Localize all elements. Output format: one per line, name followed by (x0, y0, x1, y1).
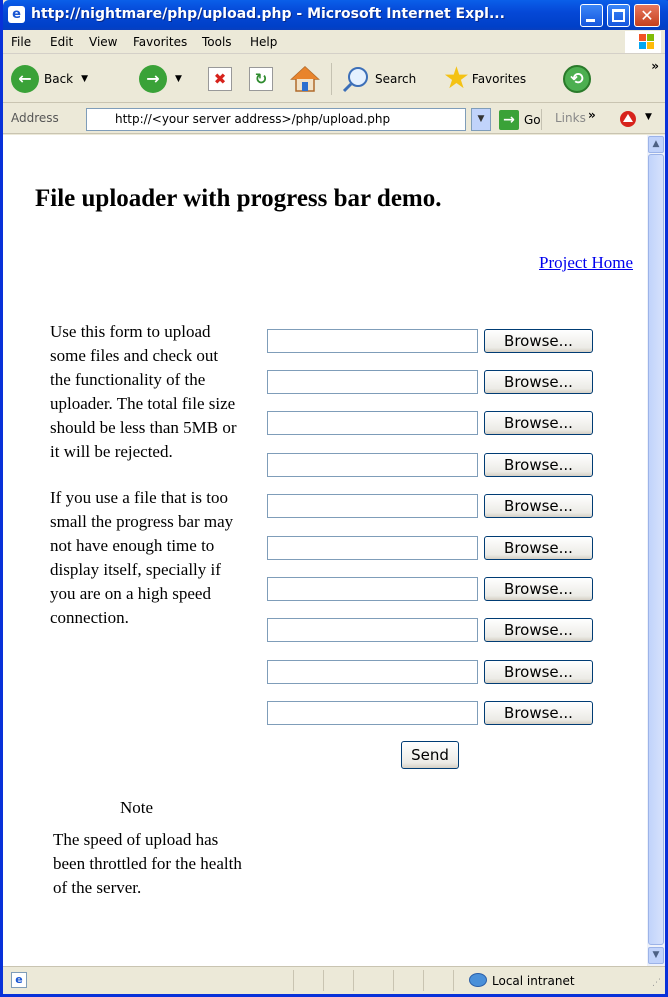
browse-button[interactable]: Browse... (484, 660, 593, 684)
page-icon: e (11, 972, 27, 988)
acrobat-icon[interactable] (617, 108, 639, 130)
address-label: Address (11, 111, 59, 125)
close-icon: ✕ (640, 6, 654, 25)
file-path-input[interactable] (267, 701, 478, 725)
menu-file[interactable]: File (11, 35, 31, 49)
browse-button[interactable]: Browse... (484, 370, 593, 394)
toolbar-overflow-icon[interactable]: » (651, 59, 659, 73)
scrollbar-thumb[interactable] (648, 154, 664, 945)
status-divider (353, 970, 354, 991)
browse-button[interactable]: Browse... (484, 329, 593, 353)
project-home-link[interactable]: Project Home (539, 253, 633, 273)
title-bar[interactable]: e http://nightmare/php/upload.php - Micr… (3, 0, 668, 30)
links-overflow-icon[interactable]: » (588, 108, 596, 122)
file-path-input[interactable] (267, 411, 478, 435)
browse-button[interactable]: Browse... (484, 701, 593, 725)
description-paragraph: Use this form to upload some files and c… (50, 322, 237, 461)
ie-logo-icon: e (8, 6, 25, 23)
resize-grip-icon[interactable]: ⋰ (652, 978, 661, 988)
back-arrow-icon: ← (11, 65, 39, 93)
forward-button[interactable]: → ▼ (139, 64, 182, 94)
note-body: The speed of upload has been throttled f… (53, 830, 242, 897)
file-path-input[interactable] (267, 494, 478, 518)
security-zone-label: Local intranet (492, 974, 575, 988)
menu-help[interactable]: Help (250, 35, 277, 49)
close-button[interactable]: ✕ (634, 4, 660, 27)
browse-button[interactable]: Browse... (484, 618, 593, 642)
status-divider (293, 970, 294, 991)
status-divider (323, 970, 324, 991)
browse-button[interactable]: Browse... (484, 577, 593, 601)
go-label: Go (524, 112, 541, 127)
windows-logo-icon (625, 31, 661, 53)
send-button[interactable]: Send (401, 741, 459, 769)
go-button[interactable]: → Go (499, 108, 541, 131)
scroll-up-icon[interactable]: ▲ (648, 136, 664, 153)
file-path-input[interactable] (267, 660, 478, 684)
file-path-input[interactable] (267, 329, 478, 353)
separator (541, 109, 542, 130)
favorites-label: Favorites (471, 72, 527, 86)
description-paragraph: If you use a file that is too small the … (50, 488, 234, 627)
maximize-button[interactable] (607, 4, 630, 27)
stop-button[interactable]: ✖ (208, 64, 232, 94)
maximize-icon (612, 9, 625, 22)
search-label: Search (375, 72, 417, 86)
menu-tools[interactable]: Tools (202, 35, 232, 49)
history-icon: ⟲ (563, 65, 591, 93)
refresh-button[interactable]: ↻ (249, 64, 273, 94)
status-divider (393, 970, 394, 991)
file-path-input[interactable] (267, 618, 478, 642)
go-arrow-icon: → (499, 109, 519, 130)
file-path-input[interactable] (267, 577, 478, 601)
status-bar: e Local intranet ⋰ (3, 966, 665, 994)
address-url: http://<your server address>/php/upload.… (115, 112, 391, 126)
browser-window: e http://nightmare/php/upload.php - Micr… (0, 0, 668, 997)
favorites-button[interactable]: ★ Favorites (443, 64, 526, 94)
chevron-down-icon: ▼ (81, 74, 89, 84)
menu-edit[interactable]: Edit (50, 35, 73, 49)
vertical-scrollbar[interactable]: ▲ ▼ (647, 135, 665, 966)
star-icon: ★ (443, 61, 470, 96)
forward-arrow-icon: → (139, 65, 167, 93)
toolbar: ← Back ▼ → ▼ ✖ ↻ Search ★ Favorites ⟲ » (3, 55, 665, 103)
file-path-input[interactable] (267, 453, 478, 477)
links-label[interactable]: Links (555, 111, 586, 125)
refresh-icon: ↻ (249, 67, 273, 91)
intranet-icon (469, 973, 487, 987)
page-title: File uploader with progress bar demo. (35, 185, 442, 212)
page-content: File uploader with progress bar demo. Pr… (3, 135, 647, 966)
toolbar-separator (331, 63, 332, 95)
address-dropdown-icon[interactable]: ▼ (471, 108, 491, 131)
description: Use this form to upload some files and c… (50, 320, 240, 652)
window-title: http://nightmare/php/upload.php - Micros… (31, 6, 505, 22)
minimize-button[interactable] (580, 4, 603, 27)
menu-favorites[interactable]: Favorites (133, 35, 187, 49)
browse-button[interactable]: Browse... (484, 536, 593, 560)
search-button[interactable]: Search (341, 64, 416, 94)
chevron-down-icon[interactable]: ▼ (645, 112, 652, 122)
address-bar: Address http://<your server address>/php… (3, 104, 665, 134)
home-icon (290, 65, 320, 92)
status-divider (453, 970, 454, 991)
back-label: Back (44, 72, 74, 86)
menu-bar: File Edit View Favorites Tools Help (3, 30, 665, 54)
scroll-down-icon[interactable]: ▼ (648, 947, 664, 964)
stop-icon: ✖ (208, 67, 232, 91)
browse-button[interactable]: Browse... (484, 411, 593, 435)
menu-view[interactable]: View (89, 35, 117, 49)
file-path-input[interactable] (267, 536, 478, 560)
browse-button[interactable]: Browse... (484, 494, 593, 518)
history-button[interactable]: ⟲ (563, 64, 591, 94)
minimize-icon (586, 19, 595, 22)
chevron-down-icon: ▼ (175, 74, 182, 84)
back-button[interactable]: ← Back ▼ (11, 64, 88, 94)
note-title: Note (120, 798, 154, 817)
search-icon (342, 67, 368, 93)
status-divider (423, 970, 424, 991)
address-input[interactable]: http://<your server address>/php/upload.… (86, 108, 466, 131)
browse-button[interactable]: Browse... (484, 453, 593, 477)
file-path-input[interactable] (267, 370, 478, 394)
home-button[interactable] (290, 64, 320, 94)
